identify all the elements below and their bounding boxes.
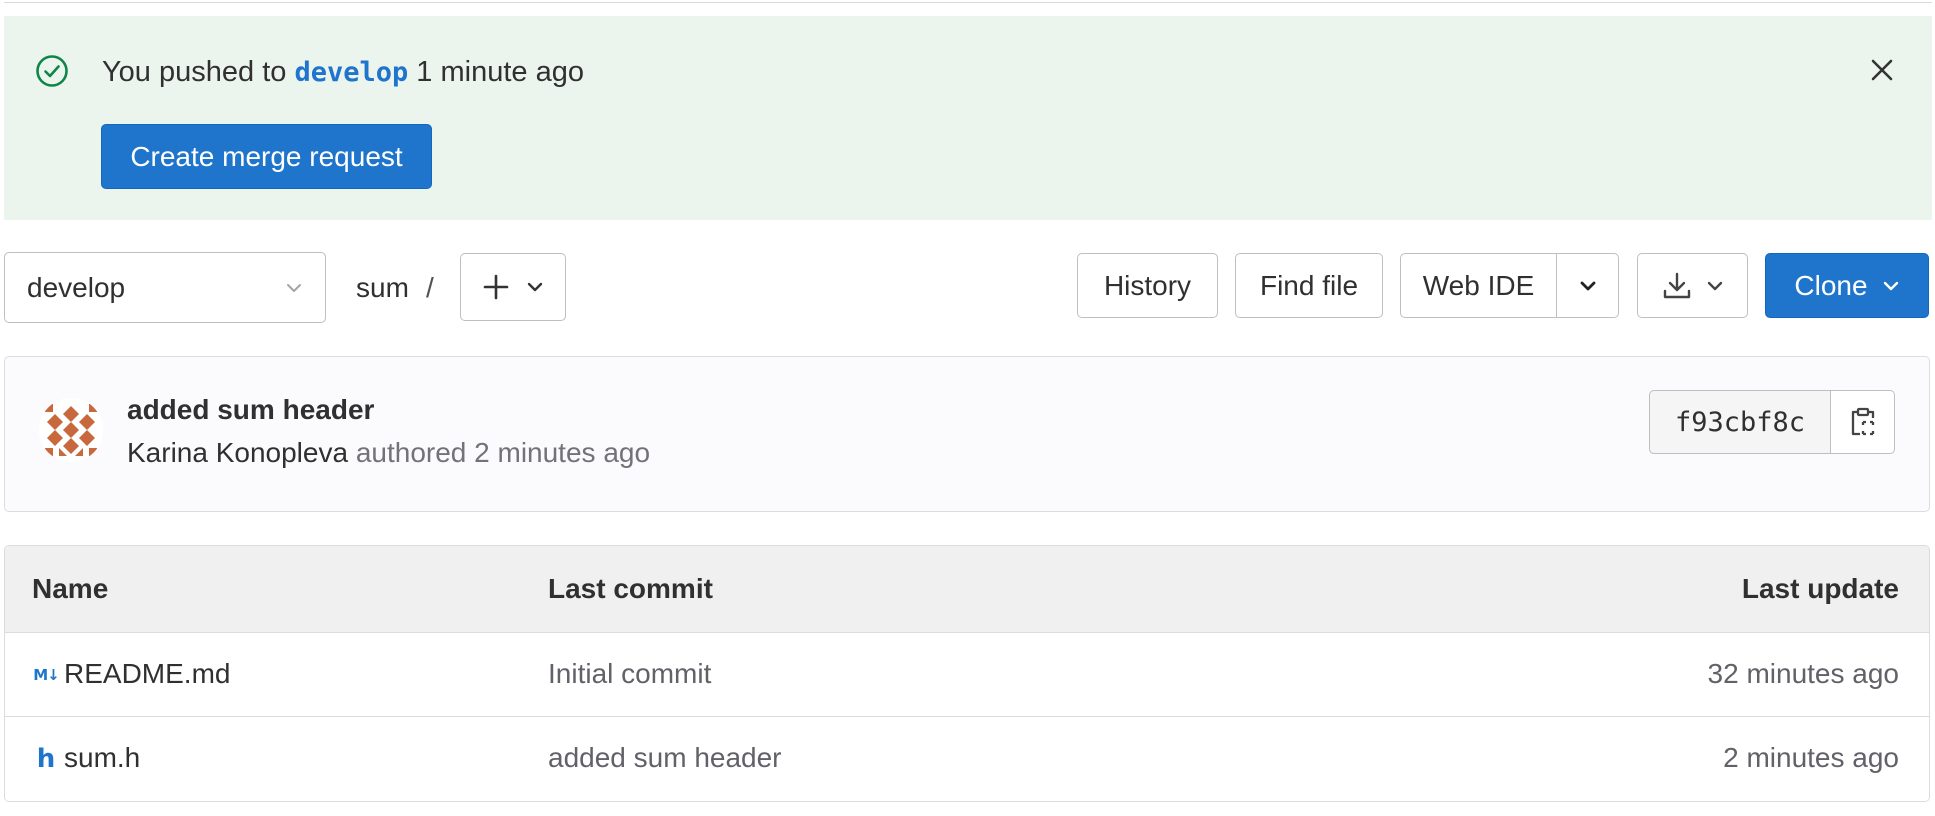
branch-selector[interactable]: develop [4,252,326,323]
push-message-prefix: You pushed to [102,56,295,88]
commit-author-link[interactable]: Karina Konopleva [127,437,348,468]
commit-title-link[interactable]: added sum header [127,392,374,428]
commit-meta: Karina Konopleva authored 2 minutes ago [127,434,650,472]
commit-sha-group: f93cbf8c [1649,390,1895,454]
file-last-commit-link[interactable]: Initial commit [548,656,711,692]
plus-icon [483,274,509,300]
column-header-name: Name [32,573,109,604]
push-notification-banner [4,16,1932,220]
history-button[interactable]: History [1077,253,1218,318]
file-name-link[interactable]: README.md [64,656,230,692]
check-circle-icon [35,54,69,88]
copy-sha-button[interactable] [1831,390,1895,454]
markdown-icon: M↓ [33,666,59,684]
add-to-tree-dropdown[interactable] [460,253,566,321]
find-file-button[interactable]: Find file [1235,253,1383,318]
branch-selector-value: develop [27,271,126,303]
push-message: You pushed to develop 1 minute ago [102,52,584,93]
column-header-last-update: Last update [1741,573,1899,604]
web-ide-button[interactable]: Web IDE [1400,253,1557,318]
avatar[interactable] [39,398,103,462]
file-last-update: 32 minutes ago [1707,658,1899,689]
download-dropdown[interactable] [1637,253,1748,318]
chevron-down-icon [287,284,301,292]
top-divider [4,0,1932,3]
close-icon [1871,59,1893,81]
web-ide-dropdown-toggle[interactable] [1556,253,1619,318]
chevron-down-icon [1883,281,1898,290]
clone-button-label: Clone [1794,269,1868,301]
table-row[interactable]: M↓ README.md Initial commit 32 minutes a… [5,633,1929,717]
file-last-commit-link[interactable]: added sum header [548,740,782,776]
breadcrumb-project[interactable]: sum [356,270,409,306]
create-merge-request-button[interactable]: Create merge request [101,124,432,189]
column-header-last-commit: Last commit [548,573,713,604]
table-row[interactable]: h sum.h added sum header 2 minutes ago [5,717,1929,801]
file-last-update: 2 minutes ago [1723,742,1899,773]
commit-authored-time: authored 2 minutes ago [348,437,651,468]
pushed-branch-name[interactable]: develop [294,57,408,88]
table-header: Name Last commit Last update [5,546,1929,633]
identicon-icon [39,398,103,462]
push-message-suffix: 1 minute ago [408,56,584,88]
file-name-link[interactable]: sum.h [64,740,140,776]
download-icon [1663,272,1690,298]
chevron-down-icon [527,282,543,292]
chevron-down-icon [1707,281,1722,290]
dismiss-banner-button[interactable] [1862,50,1902,90]
copy-to-clipboard-icon [1851,407,1874,436]
header-file-icon: h [36,744,56,774]
clone-dropdown-button[interactable]: Clone [1765,253,1929,318]
chevron-down-icon [1580,281,1595,290]
file-tree-table: Name Last commit Last update M↓ README.m… [4,545,1930,802]
commit-sha-link[interactable]: f93cbf8c [1649,390,1831,454]
breadcrumb-separator: / [426,272,434,303]
